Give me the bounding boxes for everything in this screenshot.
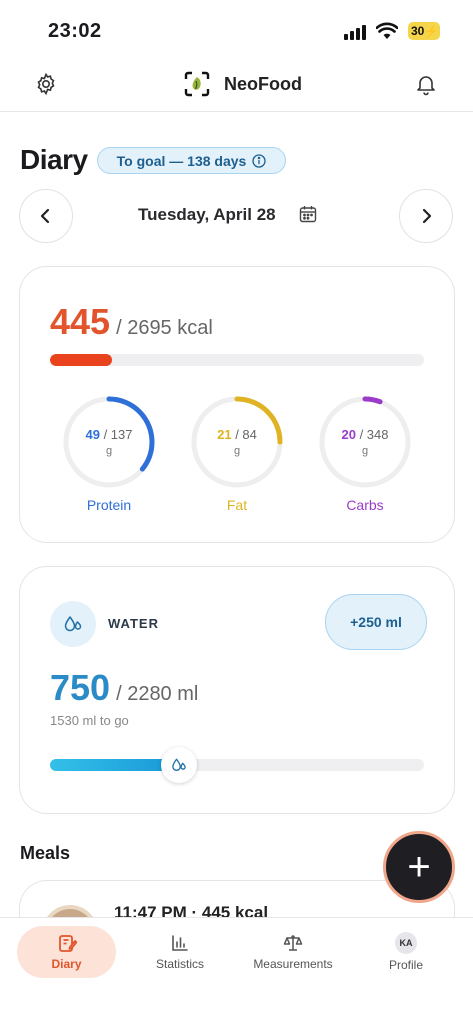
status-bar: 23:02 30⚡ [0, 0, 473, 62]
calendar-icon[interactable] [298, 204, 318, 224]
fat-label: Fat [226, 497, 248, 513]
water-slider-handle[interactable] [161, 747, 198, 783]
carbs-unit: g [361, 445, 369, 457]
protein-unit: g [105, 445, 113, 457]
add-water-button[interactable]: +250 ml [325, 594, 427, 650]
charging-icon: ⚡ [424, 26, 439, 38]
calories-progress-fill [50, 354, 112, 366]
battery-level: 30 [411, 24, 425, 38]
water-goal: / 2280 ml [116, 683, 199, 705]
bell-icon[interactable] [414, 72, 438, 96]
water-progress-fill [50, 759, 174, 771]
scale-icon [283, 935, 303, 951]
water-remaining: 1530 ml to go [50, 713, 129, 728]
info-icon [252, 153, 266, 168]
diary-icon [58, 935, 77, 952]
water-card: WATER +250 ml 750 / 2280 ml 1530 ml to g… [19, 566, 455, 814]
fat-values: 21 / 84 g [190, 427, 284, 459]
tab-statistics[interactable]: Statistics [140, 926, 220, 978]
previous-day-button[interactable] [19, 189, 73, 243]
avatar: KA [395, 932, 417, 954]
app-brand: NeoFood [184, 70, 302, 98]
macro-carbs: 20 / 348 g Carbs [318, 395, 412, 513]
battery-indicator: 30⚡ [408, 22, 440, 40]
protein-value: 49 [85, 427, 100, 442]
tab-profile[interactable]: KA Profile [370, 926, 442, 978]
chevron-right-icon [422, 208, 432, 224]
goal-badge[interactable]: To goal — 138 days [97, 147, 286, 174]
carbs-goal: / 348 [359, 427, 389, 442]
wifi-icon [376, 22, 398, 39]
fat-goal: / 84 [235, 427, 257, 442]
carbs-value: 20 [341, 427, 356, 442]
water-progress-bar[interactable] [50, 759, 424, 771]
calories-summary: 445 / 2695 kcal [50, 301, 213, 343]
protein-label: Protein [86, 497, 132, 513]
water-drops-icon [172, 758, 186, 771]
carbs-label: Carbs [346, 497, 384, 513]
page-title: Diary [20, 144, 88, 175]
tab-measurements[interactable]: Measurements [243, 926, 343, 978]
neofood-logo-icon [184, 71, 210, 97]
current-date[interactable]: Tuesday, April 28 [138, 205, 276, 225]
meals-heading: Meals [20, 843, 71, 863]
tab-profile-label: Profile [388, 958, 423, 972]
fat-value: 21 [217, 427, 232, 442]
tab-measurements-label: Measurements [253, 957, 333, 971]
tab-statistics-label: Statistics [155, 957, 204, 971]
app-name: NeoFood [224, 73, 302, 94]
macro-fat: 21 / 84 g Fat [190, 395, 284, 513]
fat-unit: g [233, 445, 241, 457]
calories-consumed: 445 [50, 301, 111, 342]
calories-card[interactable]: 445 / 2695 kcal 49 / 137 g Protein 21 / … [19, 266, 455, 543]
add-entry-button[interactable]: + [383, 831, 455, 903]
water-icon-badge [50, 601, 96, 647]
cellular-signal-icon [344, 25, 366, 40]
status-time: 23:02 [48, 20, 102, 42]
protein-values: 49 / 137 g [62, 427, 156, 459]
next-day-button[interactable] [399, 189, 453, 243]
calories-goal: / 2695 kcal [116, 317, 213, 339]
tab-diary-label: Diary [51, 957, 82, 971]
chevron-left-icon [40, 208, 50, 224]
gear-icon[interactable] [34, 72, 58, 96]
statistics-icon [172, 935, 188, 951]
water-summary: 750 / 2280 ml [50, 667, 198, 709]
goal-badge-label: To goal — 138 days [116, 152, 247, 169]
app-header: NeoFood [0, 62, 473, 112]
tab-diary[interactable]: Diary [17, 926, 116, 978]
macro-protein: 49 / 137 g Protein [62, 395, 156, 513]
bottom-nav: Diary Statistics Measurements KA Profile [0, 917, 473, 1024]
water-drops-icon [64, 616, 82, 632]
protein-goal: / 137 [103, 427, 133, 442]
calories-progress-bar [50, 354, 424, 366]
carbs-values: 20 / 348 g [318, 427, 412, 459]
water-label: WATER [108, 616, 159, 631]
water-amount: 750 [50, 667, 111, 708]
